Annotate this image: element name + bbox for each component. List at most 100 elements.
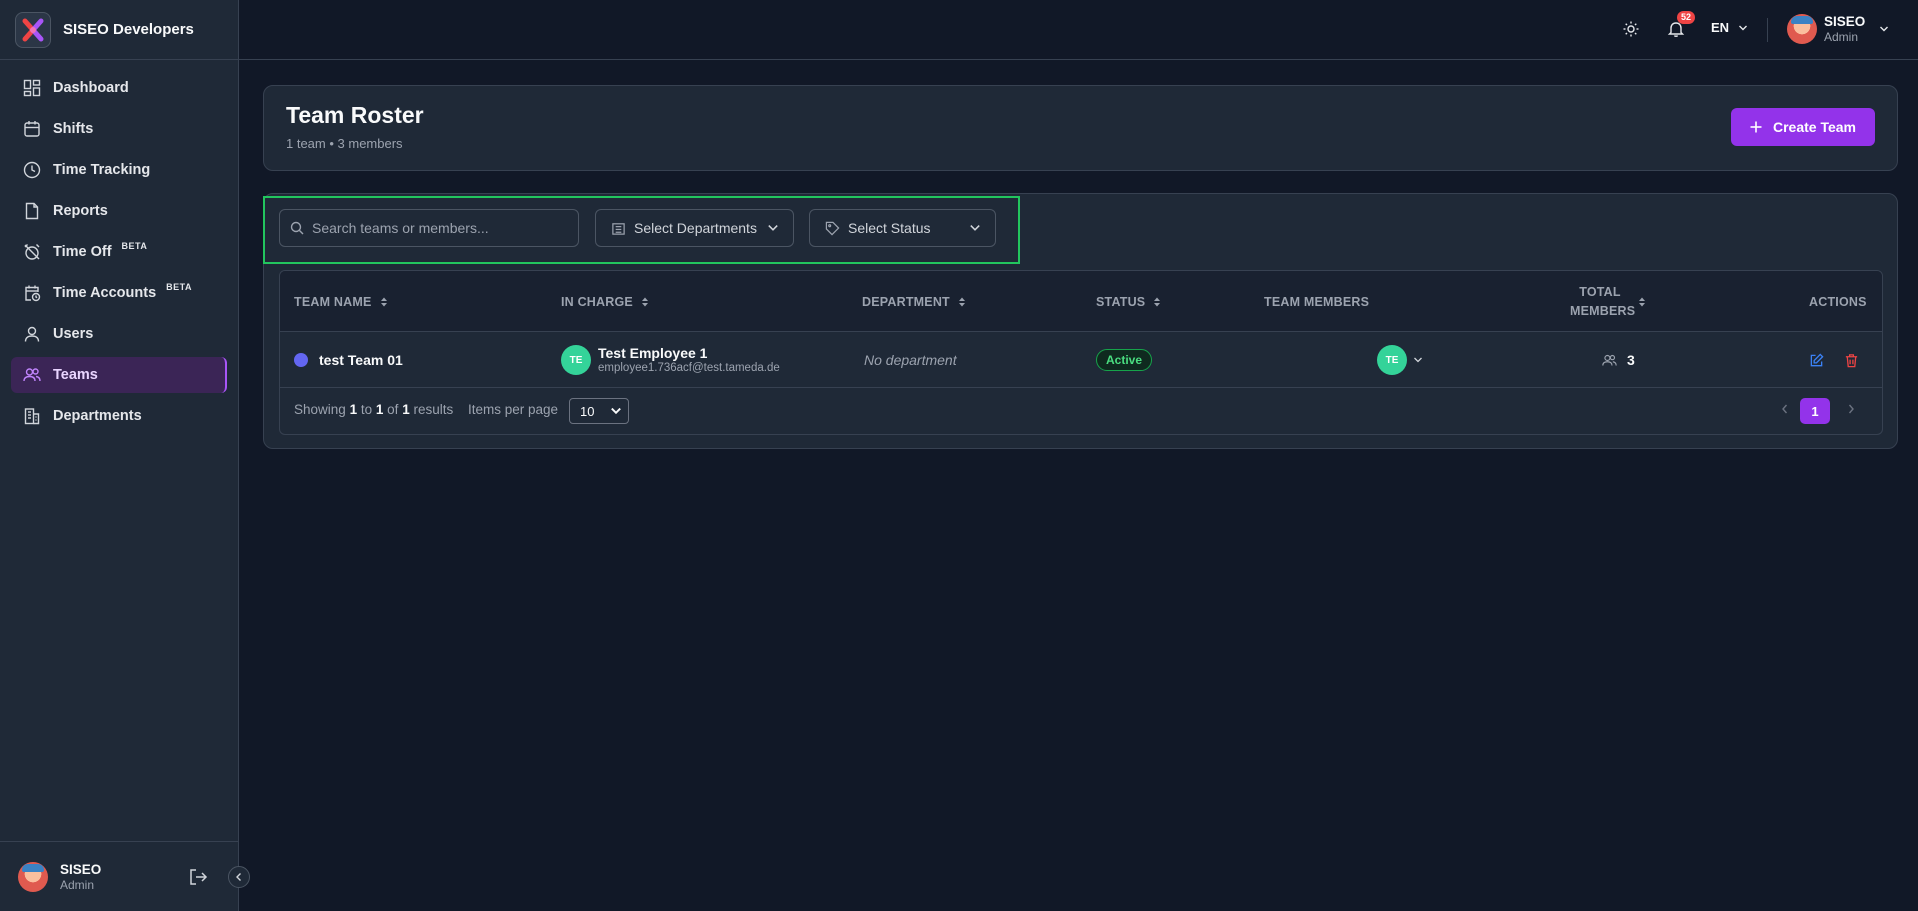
users-icon <box>1602 354 1617 366</box>
sidebar-item-label: Time Off <box>53 244 112 260</box>
avatar <box>1787 14 1817 44</box>
collapse-sidebar-button[interactable] <box>228 866 250 888</box>
user-menu[interactable]: SISEO Admin <box>1787 14 1889 44</box>
previous-page-button[interactable] <box>1780 402 1790 420</box>
status-select[interactable]: Select Status <box>809 209 996 247</box>
user-role: Admin <box>1824 30 1859 44</box>
sidebar-item-time-off[interactable]: Time Off BETA <box>11 234 227 270</box>
department-cell: No department <box>864 332 957 388</box>
avatar: TE <box>1377 345 1407 375</box>
team-color-dot <box>294 353 308 367</box>
summary-total: 1 <box>402 402 410 417</box>
sidebar-item-label: Shifts <box>53 121 94 137</box>
table-footer: Showing 1 to 1 of 1 results Items per pa… <box>280 388 1882 434</box>
total-members-count: 3 <box>1627 352 1635 368</box>
chevron-down-icon <box>970 225 980 231</box>
column-label: ACTIONS <box>1809 294 1867 309</box>
items-per-page-select[interactable]: 10 <box>569 398 629 424</box>
column-label: TOTAL MEMBERS <box>1570 284 1636 318</box>
chevron-down-icon <box>1880 26 1889 32</box>
building-icon <box>612 222 625 235</box>
building-icon <box>23 407 41 425</box>
dashboard-icon <box>23 79 41 97</box>
beta-badge: BETA <box>121 241 148 251</box>
team-members-cell[interactable]: TE <box>1377 332 1423 388</box>
language-selector[interactable]: EN <box>1711 20 1748 35</box>
summary-to: 1 <box>375 402 384 417</box>
column-total-members[interactable]: TOTAL MEMBERS <box>1570 271 1664 332</box>
in-charge-email: employee1.736acf@test.tameda.de <box>598 362 780 374</box>
notification-count-badge: 52 <box>1677 11 1696 24</box>
column-in-charge[interactable]: IN CHARGE <box>561 271 649 332</box>
delete-icon[interactable] <box>1844 353 1859 368</box>
notifications-button[interactable]: 52 <box>1667 11 1696 43</box>
in-charge-info: Test Employee 1 employee1.736acf@test.ta… <box>598 345 780 375</box>
column-team-members: TEAM MEMBERS <box>1264 271 1369 332</box>
brand-logo <box>15 11 51 48</box>
sidebar-item-label: Time Accounts <box>53 285 157 301</box>
sidebar-item-time-accounts[interactable]: Time Accounts BETA <box>11 275 227 311</box>
summary-text: of <box>387 402 399 417</box>
sort-icon <box>958 297 965 306</box>
sidebar-user: SISEO Admin <box>60 862 101 892</box>
sidebar-item-label: Reports <box>53 203 108 219</box>
search-field[interactable] <box>279 209 579 247</box>
tag-icon <box>825 221 840 235</box>
sort-icon <box>380 297 387 306</box>
user-name: SISEO <box>1824 14 1866 29</box>
users-icon <box>23 366 41 384</box>
sidebar-item-reports[interactable]: Reports <box>11 193 227 229</box>
topbar: 52 EN SISEO Admin <box>239 0 1918 60</box>
sidebar-item-dashboard[interactable]: Dashboard <box>11 70 227 106</box>
sun-icon[interactable] <box>1622 20 1640 43</box>
beta-badge: BETA <box>166 282 192 292</box>
chevron-down-icon <box>1414 357 1422 363</box>
column-status[interactable]: STATUS <box>1096 271 1161 332</box>
sidebar-item-users[interactable]: Users <box>11 316 227 352</box>
user-icon <box>23 325 41 343</box>
actions-cell <box>1809 332 1859 388</box>
next-page-button[interactable] <box>1846 402 1856 420</box>
page-title: Team Roster <box>286 102 424 128</box>
sidebar-item-shifts[interactable]: Shifts <box>11 111 227 147</box>
create-team-button[interactable]: Create Team <box>1730 108 1875 146</box>
header-user: SISEO Admin <box>1824 14 1865 44</box>
column-actions: ACTIONS <box>1809 271 1867 332</box>
sort-icon <box>1154 297 1161 306</box>
chevron-left-icon <box>236 873 241 881</box>
sidebar-item-departments[interactable]: Departments <box>11 398 227 434</box>
page-subtitle: 1 team • 3 members <box>286 136 403 151</box>
in-charge-cell: TE Test Employee 1 employee1.736acf@test… <box>561 332 780 388</box>
department-value: No department <box>864 352 957 368</box>
sidebar: SISEO Developers Dashboard Shifts Time T… <box>0 0 239 911</box>
create-team-label: Create Team <box>1772 119 1856 135</box>
chevron-down-icon <box>611 407 621 415</box>
teams-list-card: Select Departments Select Status TEAM NA… <box>263 193 1898 449</box>
page-button[interactable]: 1 <box>1800 398 1830 424</box>
sidebar-item-time-tracking[interactable]: Time Tracking <box>11 152 227 188</box>
sidebar-footer: SISEO Admin <box>0 841 239 911</box>
column-department[interactable]: DEPARTMENT <box>862 271 966 332</box>
results-summary: Showing 1 to 1 of 1 results <box>294 402 453 417</box>
table-row[interactable]: test Team 01 TE Test Employee 1 employee… <box>280 332 1882 388</box>
sort-icon <box>1639 297 1645 306</box>
chevron-down-icon <box>768 225 778 231</box>
search-input[interactable] <box>312 220 572 236</box>
teams-table: TEAM NAME IN CHARGE DEPARTMENT STATUS TE… <box>279 270 1883 435</box>
sidebar-item-teams[interactable]: Teams <box>11 357 227 393</box>
logout-icon[interactable] <box>188 867 208 892</box>
edit-icon[interactable] <box>1809 352 1824 368</box>
brand[interactable]: SISEO Developers <box>0 0 238 60</box>
sort-icon <box>641 297 648 306</box>
avatar[interactable] <box>18 861 48 892</box>
column-label: IN CHARGE <box>561 294 633 309</box>
file-icon <box>23 202 41 220</box>
alarm-off-icon <box>23 243 41 261</box>
language-label: EN <box>1711 20 1730 35</box>
status-select-label: Select Status <box>848 220 931 236</box>
column-team-name[interactable]: TEAM NAME <box>294 271 388 332</box>
user-role: Admin <box>60 877 95 892</box>
status-cell: Active <box>1096 332 1153 388</box>
calendar-clock-icon <box>23 284 41 302</box>
departments-select[interactable]: Select Departments <box>595 209 794 247</box>
